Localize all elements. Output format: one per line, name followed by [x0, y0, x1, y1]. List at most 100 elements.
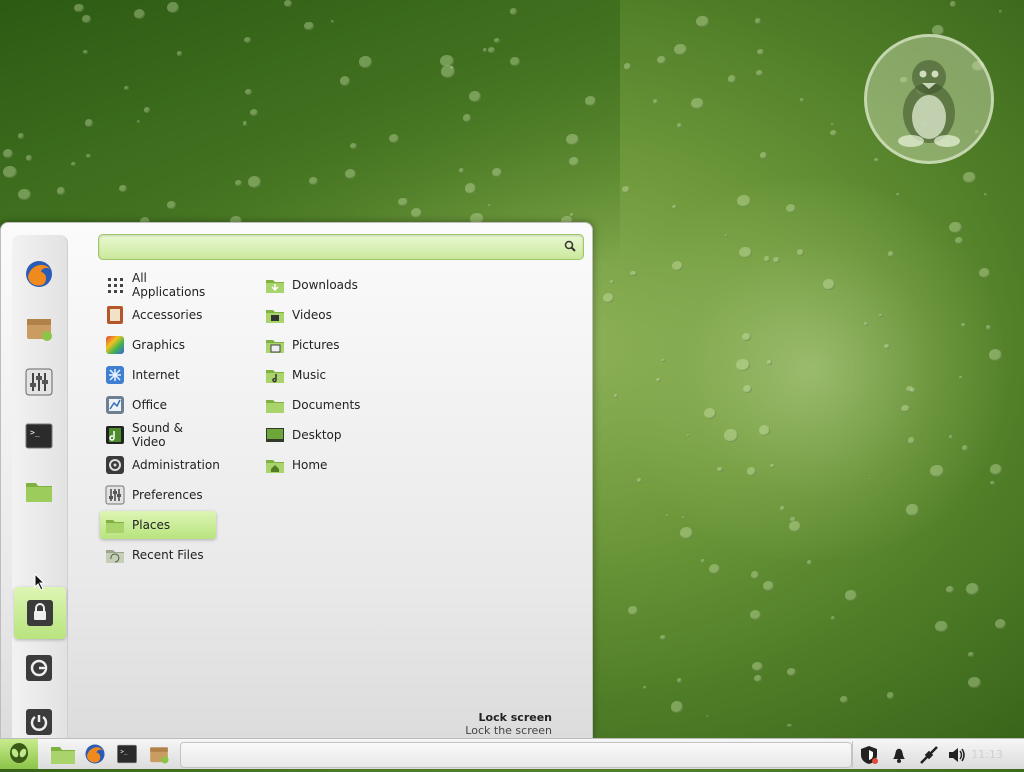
- start-menu: >_ All Applications Accessories Graphics…: [0, 222, 593, 740]
- favorite-software-manager[interactable]: [22, 311, 56, 345]
- water-droplet: [705, 714, 709, 718]
- clock[interactable]: 11:13: [971, 748, 1003, 761]
- tux-logo: [864, 34, 994, 164]
- alien-menu-icon: [10, 743, 28, 763]
- water-droplet: [248, 175, 262, 188]
- downloads-folder-icon: [266, 280, 284, 293]
- water-droplet: [566, 133, 579, 145]
- water-droplet: [622, 185, 631, 193]
- system-settings-icon: [25, 368, 53, 396]
- panel-launcher-software-manager[interactable]: [146, 742, 172, 766]
- category-accessories[interactable]: Accessories: [100, 301, 216, 329]
- category-recent-files[interactable]: Recent Files: [100, 541, 216, 569]
- shutdown-button[interactable]: [22, 705, 56, 739]
- place-label: Music: [292, 368, 327, 382]
- water-droplet: [788, 520, 802, 532]
- water-droplet: [359, 56, 373, 68]
- firefox-icon: [85, 744, 105, 764]
- category-graphics[interactable]: Graphics: [100, 331, 216, 359]
- place-label: Documents: [292, 398, 361, 412]
- favorite-terminal[interactable]: >_: [22, 419, 56, 453]
- place-music[interactable]: Music: [260, 361, 460, 389]
- place-home[interactable]: Home: [260, 451, 460, 479]
- water-droplet: [308, 177, 318, 186]
- water-droplet: [945, 585, 954, 593]
- shield-icon[interactable]: [858, 744, 880, 766]
- water-droplet: [176, 51, 182, 56]
- panel-launcher-files[interactable]: [50, 742, 76, 766]
- internet-icon: [106, 366, 124, 384]
- lock-screen-button[interactable]: [14, 587, 66, 639]
- favorite-firefox[interactable]: [22, 257, 56, 291]
- description-title: Lock screen: [478, 711, 552, 724]
- category-administration[interactable]: Administration: [100, 451, 220, 479]
- water-droplet: [747, 467, 757, 476]
- favorite-system-settings[interactable]: [22, 365, 56, 399]
- logout-icon: [26, 655, 52, 681]
- category-internet[interactable]: Internet: [100, 361, 216, 389]
- window-list[interactable]: [180, 742, 852, 768]
- accessories-icon: [107, 306, 123, 324]
- water-droplet: [703, 407, 716, 419]
- water-droplet: [797, 249, 805, 256]
- water-droplet: [737, 194, 751, 207]
- water-droplet: [462, 114, 472, 122]
- water-droplet: [624, 63, 632, 70]
- logout-button[interactable]: [22, 651, 56, 685]
- water-droplet: [750, 571, 760, 579]
- place-downloads[interactable]: Downloads: [260, 271, 460, 299]
- menu-button[interactable]: [0, 739, 38, 769]
- documents-folder-icon: [266, 400, 284, 413]
- water-droplet: [652, 99, 659, 105]
- place-pictures[interactable]: Pictures: [260, 331, 460, 359]
- favorites-bar: >_: [12, 235, 68, 740]
- category-label: Internet: [132, 368, 180, 382]
- category-places[interactable]: Places: [100, 511, 216, 539]
- panel-launcher-firefox[interactable]: [82, 742, 108, 766]
- water-droplet: [960, 322, 966, 328]
- description-subtitle: Lock the screen: [465, 724, 552, 737]
- system-tray: 11:13: [852, 741, 1024, 768]
- category-preferences[interactable]: Preferences: [100, 481, 216, 509]
- water-droplet: [696, 15, 710, 28]
- category-sound-video[interactable]: Sound & Video: [100, 421, 216, 449]
- recent-files-icon: [106, 550, 124, 563]
- water-droplet: [283, 0, 292, 8]
- place-desktop[interactable]: Desktop: [260, 421, 460, 449]
- notifications-icon[interactable]: [888, 744, 910, 766]
- svg-text:>_: >_: [30, 428, 40, 437]
- water-droplet: [935, 620, 948, 633]
- water-droplet: [630, 270, 637, 277]
- search-input[interactable]: [105, 238, 549, 256]
- volume-icon[interactable]: [946, 744, 968, 766]
- water-droplet: [700, 559, 705, 563]
- files-icon: [26, 483, 52, 502]
- place-videos[interactable]: Videos: [260, 301, 460, 329]
- panel-launcher-terminal[interactable]: >_: [114, 742, 140, 766]
- water-droplet: [628, 606, 639, 616]
- category-all-applications[interactable]: All Applications: [100, 271, 216, 299]
- software-manager-icon: [150, 747, 169, 764]
- water-droplet: [610, 280, 615, 285]
- water-droplet: [636, 478, 643, 483]
- bottom-panel: >_ 11:13: [0, 738, 1024, 769]
- water-droplet: [350, 143, 357, 150]
- water-droplet: [878, 313, 883, 318]
- water-droplet: [823, 279, 836, 290]
- search-icon[interactable]: [564, 240, 576, 252]
- favorite-files[interactable]: [22, 473, 56, 507]
- water-droplet: [676, 678, 682, 683]
- item-description: Lock screen Lock the screen: [465, 711, 552, 737]
- water-droplet: [787, 667, 797, 676]
- folder-icon: [106, 520, 124, 533]
- water-droplet: [679, 527, 693, 540]
- water-droplet: [901, 404, 910, 413]
- network-icon[interactable]: [918, 744, 940, 766]
- water-droplet: [441, 65, 455, 78]
- place-documents[interactable]: Documents: [260, 391, 460, 419]
- water-droplet: [785, 203, 797, 213]
- water-droplet: [234, 179, 242, 187]
- category-office[interactable]: Office: [100, 391, 216, 419]
- water-droplet: [896, 193, 900, 196]
- category-label: Preferences: [132, 488, 203, 502]
